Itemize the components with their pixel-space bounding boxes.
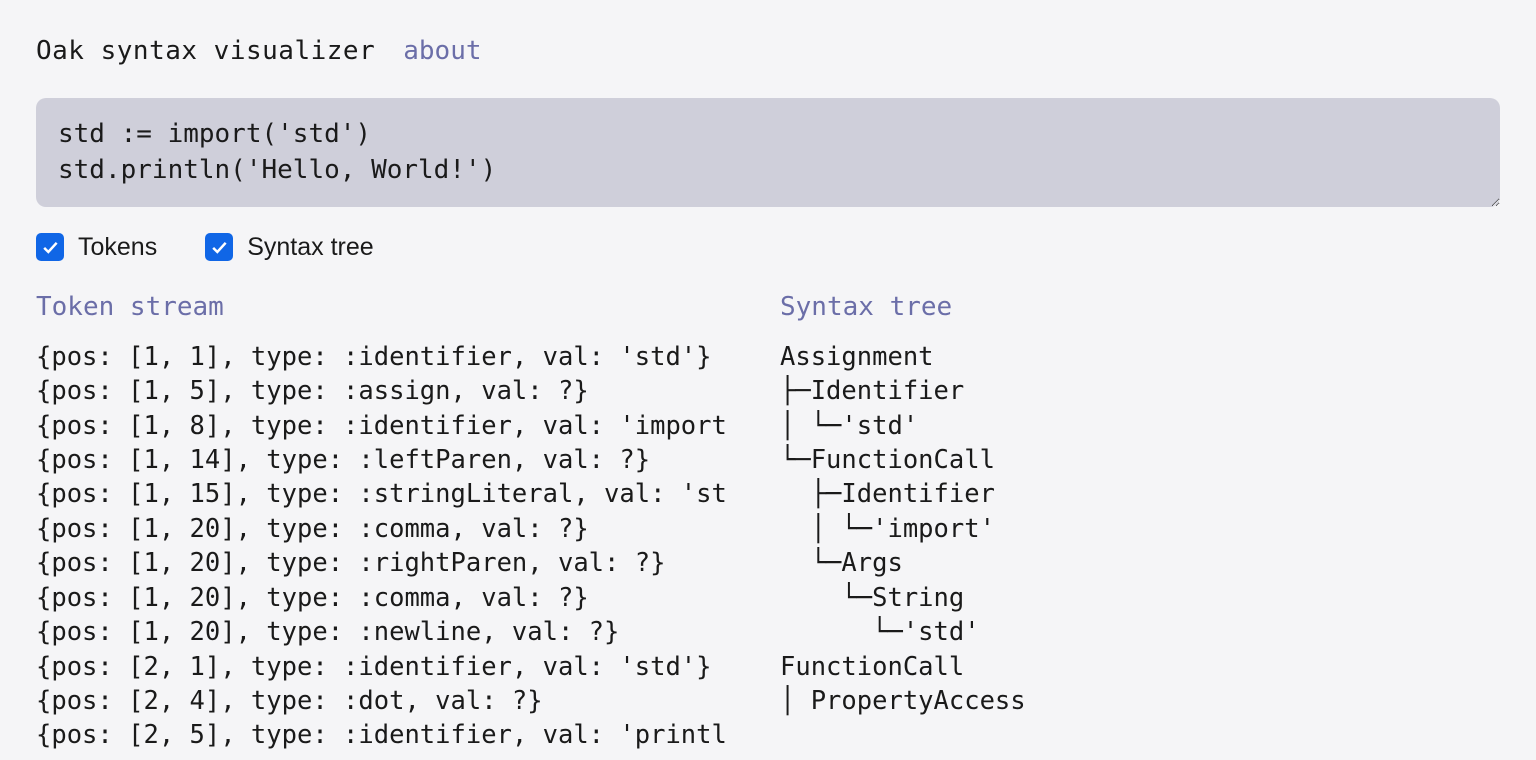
about-link[interactable]: about [403, 36, 481, 66]
token-line: {pos: [1, 5], type: :assign, val: ?} [36, 374, 756, 408]
syntax-tree-line: └─String [780, 581, 1500, 615]
syntax-tree-line: └─Args [780, 546, 1500, 580]
token-line: {pos: [2, 5], type: :identifier, val: 'p… [36, 718, 756, 752]
token-line: {pos: [1, 20], type: :newline, val: ?} [36, 615, 756, 649]
token-line: {pos: [1, 20], type: :comma, val: ?} [36, 512, 756, 546]
syntax-tree-line: └─FunctionCall [780, 443, 1500, 477]
token-line: {pos: [2, 1], type: :identifier, val: 's… [36, 650, 756, 684]
panels-container: Token stream {pos: [1, 1], type: :identi… [36, 292, 1500, 753]
syntax-tree-line: ├─Identifier [780, 477, 1500, 511]
syntax-tree-content: Assignment├─Identifier│ └─'std'└─Functio… [780, 340, 1500, 719]
syntax-tree-checkbox-group[interactable]: Syntax tree [205, 233, 373, 262]
syntax-tree-line: Assignment [780, 340, 1500, 374]
syntax-tree-checkbox-label: Syntax tree [247, 233, 373, 262]
token-line: {pos: [1, 15], type: :stringLiteral, val… [36, 477, 756, 511]
syntax-tree-heading: Syntax tree [780, 292, 1500, 322]
syntax-tree-panel: Syntax tree Assignment├─Identifier│ └─'s… [780, 292, 1500, 753]
token-stream-heading: Token stream [36, 292, 756, 322]
syntax-tree-line: ├─Identifier [780, 374, 1500, 408]
token-line: {pos: [1, 1], type: :identifier, val: 's… [36, 340, 756, 374]
token-stream-content: {pos: [1, 1], type: :identifier, val: 's… [36, 340, 756, 753]
check-icon [40, 237, 60, 257]
code-input[interactable] [36, 98, 1500, 207]
syntax-tree-line: FunctionCall [780, 650, 1500, 684]
header: Oak syntax visualizer about [36, 36, 1500, 66]
tokens-checkbox-label: Tokens [78, 233, 157, 262]
token-stream-panel: Token stream {pos: [1, 1], type: :identi… [36, 292, 756, 753]
token-line: {pos: [2, 4], type: :dot, val: ?} [36, 684, 756, 718]
check-icon [209, 237, 229, 257]
page-title: Oak syntax visualizer [36, 36, 375, 66]
app-root: Oak syntax visualizer about Tokens Synta… [0, 0, 1536, 753]
syntax-tree-checkbox[interactable] [205, 233, 233, 261]
syntax-tree-line: │ └─'import' [780, 512, 1500, 546]
token-line: {pos: [1, 20], type: :rightParen, val: ?… [36, 546, 756, 580]
tokens-checkbox-group[interactable]: Tokens [36, 233, 157, 262]
syntax-tree-line: │ PropertyAccess [780, 684, 1500, 718]
token-line: {pos: [1, 8], type: :identifier, val: 'i… [36, 409, 756, 443]
token-line: {pos: [1, 20], type: :comma, val: ?} [36, 581, 756, 615]
tokens-checkbox[interactable] [36, 233, 64, 261]
syntax-tree-line: └─'std' [780, 615, 1500, 649]
controls-row: Tokens Syntax tree [36, 233, 1500, 262]
syntax-tree-line: │ └─'std' [780, 409, 1500, 443]
token-line: {pos: [1, 14], type: :leftParen, val: ?} [36, 443, 756, 477]
